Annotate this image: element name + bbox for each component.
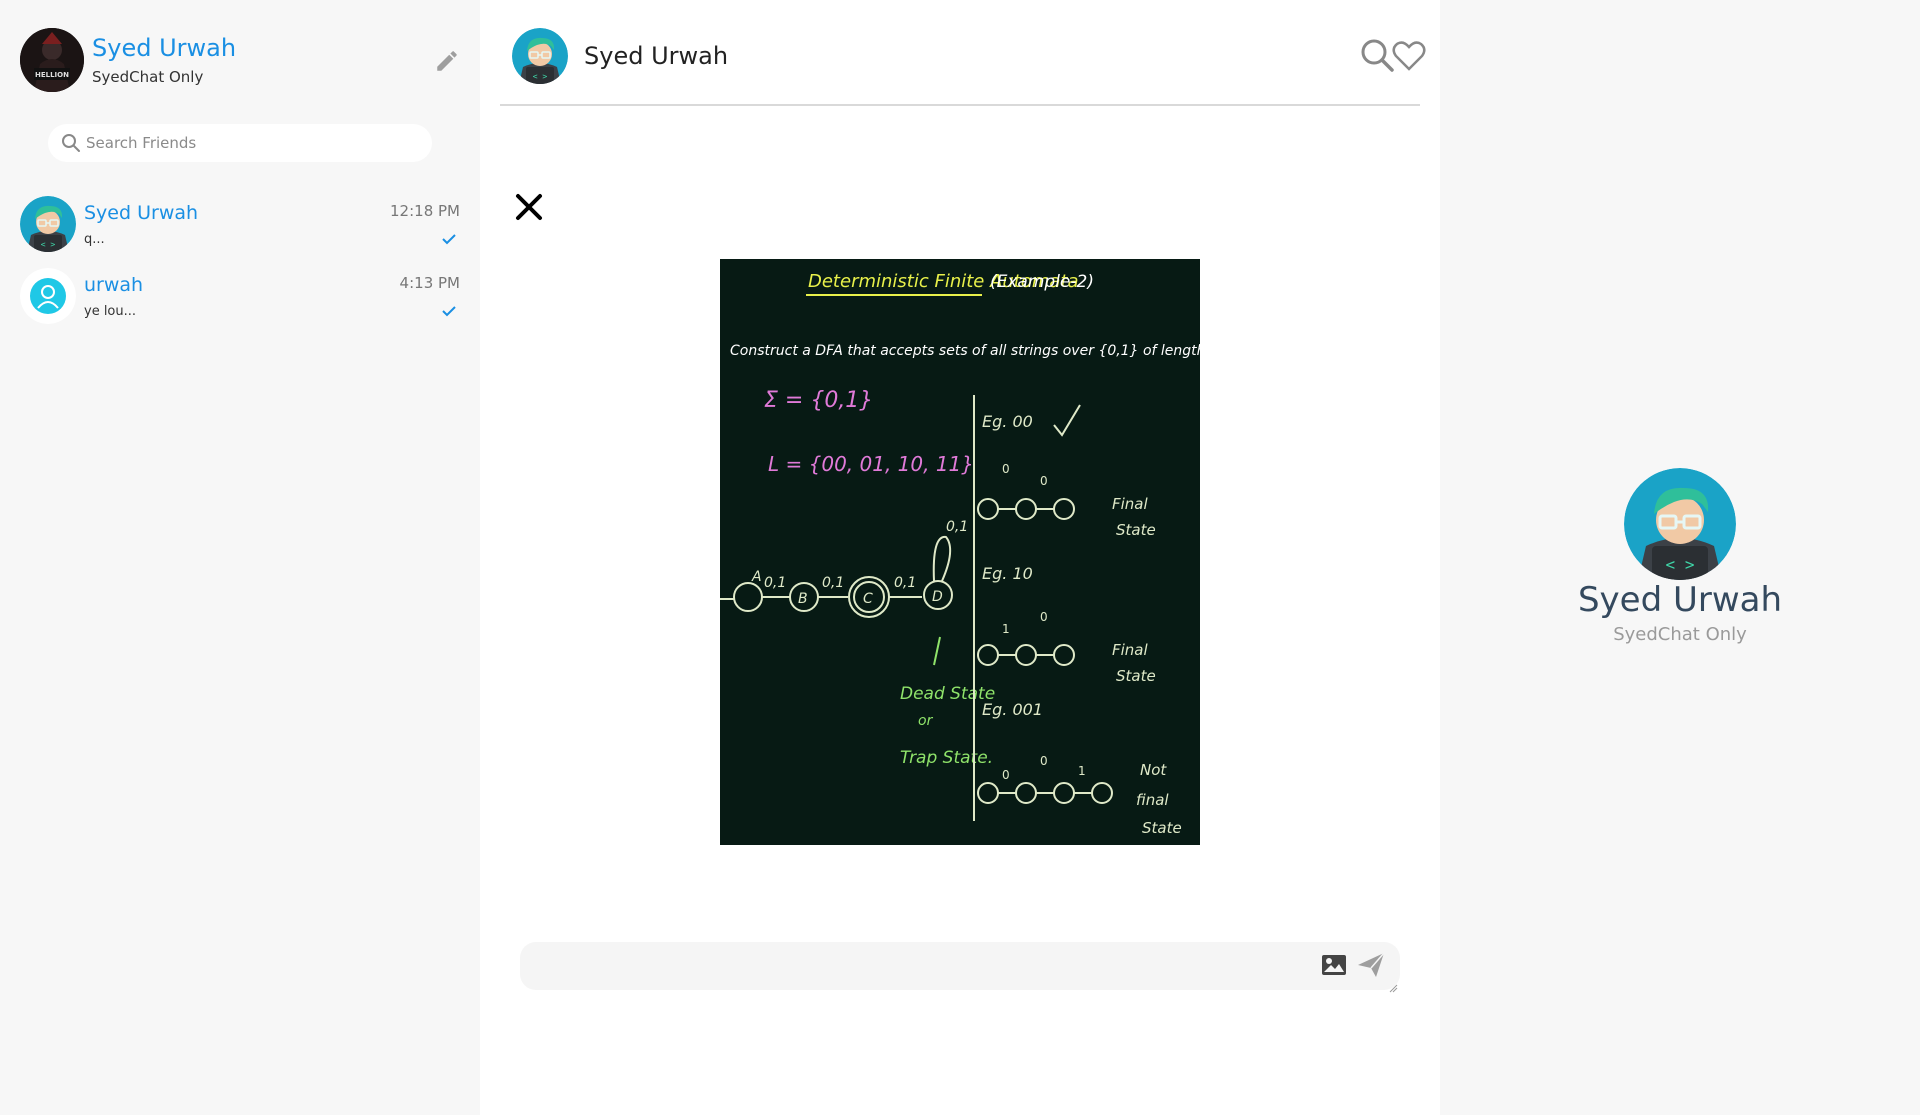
- image-edge-label: 0: [1040, 610, 1048, 624]
- image-edge-label: 0: [1040, 474, 1048, 488]
- user-placeholder-icon: [20, 268, 76, 324]
- message-composer: [520, 942, 1400, 993]
- svg-text:< >: < >: [533, 72, 548, 81]
- search-icon: [61, 133, 81, 153]
- message-input[interactable]: [536, 950, 1296, 982]
- chat-header: < > Syed Urwah: [500, 0, 1426, 106]
- chat-header-avatar[interactable]: < >: [512, 28, 568, 84]
- image-transition-label: 0,1: [946, 519, 968, 535]
- conversation-avatar: < >: [20, 196, 76, 252]
- chat-contact-name: Syed Urwah: [584, 42, 729, 70]
- image-problem: Construct a DFA that accepts sets of all…: [730, 343, 1200, 359]
- image-edge-label: 1: [1078, 764, 1086, 778]
- resize-handle[interactable]: [1388, 978, 1398, 993]
- current-user-header: HELLION Syed Urwah SyedChat Only: [20, 28, 460, 92]
- image-language: L = {00, 01, 10, 11}: [768, 452, 974, 476]
- image-state-label: C: [863, 591, 873, 607]
- image-final-state: State: [1116, 667, 1156, 685]
- image-sigma: Σ = {0,1}: [764, 388, 873, 413]
- avatar-badge-text: HELLION: [35, 71, 69, 79]
- image-icon[interactable]: [1320, 952, 1348, 978]
- image-edge-label: 1: [1002, 622, 1010, 636]
- edit-icon[interactable]: [434, 48, 460, 74]
- profile-panel: < > Syed Urwah SyedChat Only: [1440, 0, 1920, 1115]
- image-not-final: Not: [1140, 761, 1167, 779]
- image-edge-label: 0: [1040, 754, 1048, 768]
- image-dead-state: Dead State: [900, 684, 995, 704]
- conversation-time: 4:13 PM: [399, 274, 460, 292]
- conversation-time: 12:18 PM: [390, 202, 460, 220]
- current-user-status: SyedChat Only: [92, 68, 204, 86]
- conversation-name: urwah: [84, 274, 144, 296]
- image-state-label: B: [798, 591, 808, 607]
- search-friends-input[interactable]: [86, 124, 416, 162]
- image-dead-state-or: or: [918, 713, 934, 729]
- current-user-name: Syed Urwah: [92, 34, 237, 62]
- conversation-preview: ye lou...: [84, 304, 137, 319]
- heart-icon[interactable]: [1392, 40, 1426, 72]
- chat-panel: < > Syed Urwah Deterministic Finite Auto…: [480, 0, 1440, 1115]
- image-trap-state: Trap State.: [900, 748, 993, 768]
- profile-avatar: < >: [1624, 468, 1736, 580]
- conversation-preview: q...: [84, 232, 105, 247]
- image-state-label: D: [932, 589, 943, 605]
- check-icon: [442, 302, 456, 317]
- image-edge-label: 0: [1002, 462, 1010, 476]
- current-user-avatar[interactable]: HELLION: [20, 28, 84, 92]
- send-icon[interactable]: [1356, 951, 1386, 979]
- image-final-state: Final: [1112, 495, 1148, 513]
- image-preview: Deterministic Finite Automata (Example-2…: [720, 259, 1200, 845]
- check-icon: [442, 230, 456, 245]
- image-not-final: final: [1136, 791, 1169, 809]
- image-example: Eg. 10: [982, 564, 1033, 583]
- image-state-label: A: [751, 569, 762, 585]
- image-edge-label: 0: [1002, 768, 1010, 782]
- image-example: Eg. 00: [982, 412, 1033, 431]
- profile-status: SyedChat Only: [1613, 624, 1747, 645]
- search-icon[interactable]: [1360, 38, 1394, 72]
- conversation-item[interactable]: < > Syed Urwah q... 12:18 PM: [20, 196, 460, 254]
- image-final-state: State: [1116, 521, 1156, 539]
- image-transition-label: 0,1: [764, 575, 786, 591]
- friends-search: [48, 124, 432, 162]
- profile-name: Syed Urwah: [1577, 580, 1783, 620]
- sidebar: HELLION Syed Urwah SyedChat Only < >: [0, 0, 480, 1115]
- conversation-item[interactable]: urwah ye lou... 4:13 PM: [20, 268, 460, 326]
- close-icon[interactable]: [514, 192, 544, 222]
- svg-text:< >: < >: [1666, 555, 1695, 574]
- image-not-final: State: [1142, 819, 1182, 837]
- image-transition-label: 0,1: [822, 575, 844, 591]
- conversation-name: Syed Urwah: [84, 202, 199, 224]
- image-final-state: Final: [1112, 641, 1148, 659]
- image-subtitle: (Example-2): [990, 272, 1094, 292]
- svg-text:< >: < >: [41, 240, 56, 249]
- image-transition-label: 0,1: [894, 575, 916, 591]
- image-example: Eg. 001: [982, 700, 1043, 719]
